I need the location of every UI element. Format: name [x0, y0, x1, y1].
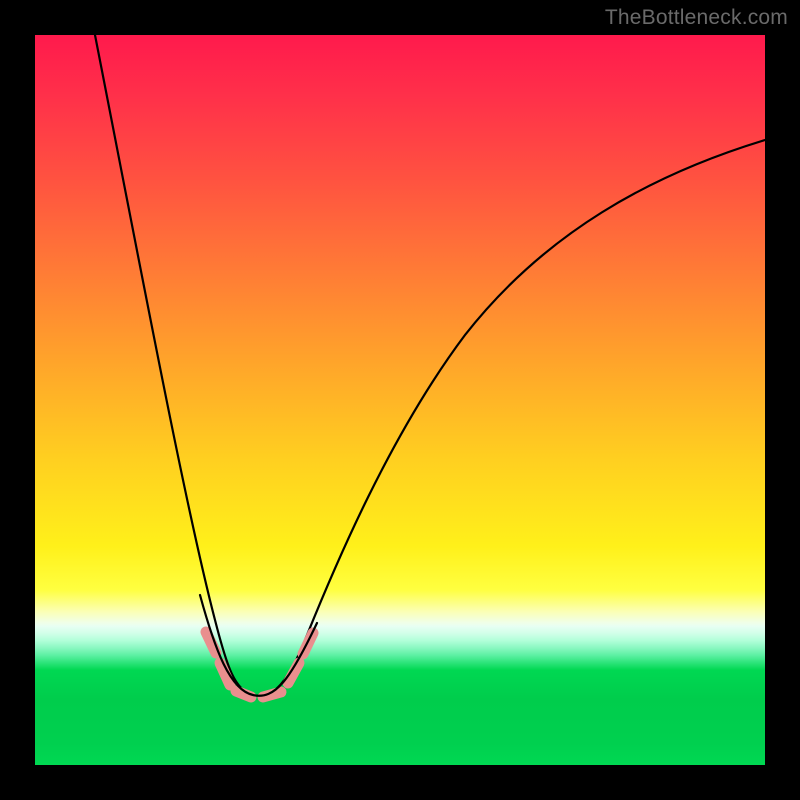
trough-markers: [206, 632, 313, 697]
image-frame: TheBottleneck.com: [0, 0, 800, 800]
curve-layer: [35, 35, 765, 765]
watermark-text: TheBottleneck.com: [605, 6, 788, 30]
bottleneck-plot: [35, 35, 765, 765]
bottleneck-curve: [95, 35, 765, 696]
